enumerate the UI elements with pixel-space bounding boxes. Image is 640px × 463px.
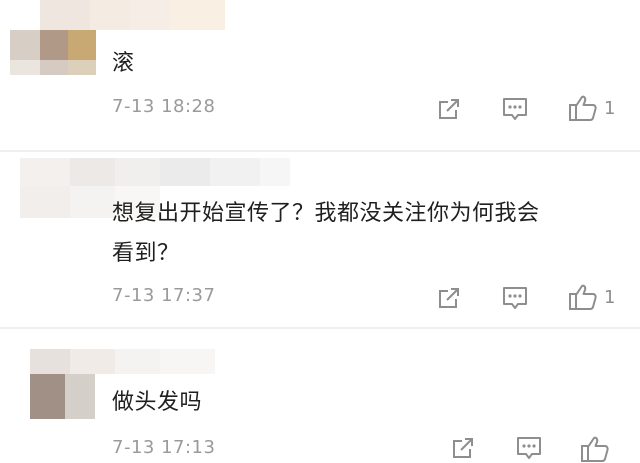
comment-text: 做头发吗 bbox=[112, 390, 203, 415]
comment-text: 滚 bbox=[112, 51, 135, 76]
reply-button[interactable] bbox=[501, 285, 529, 311]
share-button[interactable] bbox=[436, 285, 462, 311]
share-icon bbox=[439, 99, 459, 119]
reply-button[interactable] bbox=[501, 96, 529, 122]
share-icon bbox=[453, 438, 473, 458]
like-count: 1 bbox=[604, 286, 616, 308]
comment-icon bbox=[503, 287, 527, 309]
share-icon bbox=[439, 288, 459, 308]
comment-text: 想复出开始宣传了？我都没关注你为何我会 bbox=[112, 201, 540, 226]
comment-item: 滚 7-13 18:28 1 bbox=[0, 0, 640, 150]
thumbs-up-icon bbox=[569, 95, 597, 121]
thumbs-up-icon bbox=[569, 284, 597, 310]
comment-item: 做头发吗 7-13 17:13 bbox=[0, 329, 640, 462]
share-button[interactable] bbox=[436, 96, 462, 122]
reply-button[interactable] bbox=[515, 435, 543, 461]
comment-timestamp: 7-13 18:28 bbox=[112, 96, 216, 117]
share-button[interactable] bbox=[450, 435, 476, 461]
comment-timestamp: 7-13 17:37 bbox=[112, 285, 216, 306]
thumbs-up-icon bbox=[581, 436, 609, 462]
like-button[interactable]: 1 bbox=[568, 94, 615, 122]
comment-text-line2: 看到？ bbox=[112, 241, 180, 266]
comment-icon bbox=[503, 98, 527, 120]
comment-timestamp: 7-13 17:13 bbox=[112, 437, 216, 458]
like-button[interactable] bbox=[580, 435, 610, 463]
like-button[interactable]: 1 bbox=[568, 283, 615, 311]
like-count: 1 bbox=[604, 97, 616, 119]
comment-item: 想复出开始宣传了？我都没关注你为何我会 看到？ 7-13 17:37 1 bbox=[0, 152, 640, 327]
comment-icon bbox=[517, 437, 541, 459]
